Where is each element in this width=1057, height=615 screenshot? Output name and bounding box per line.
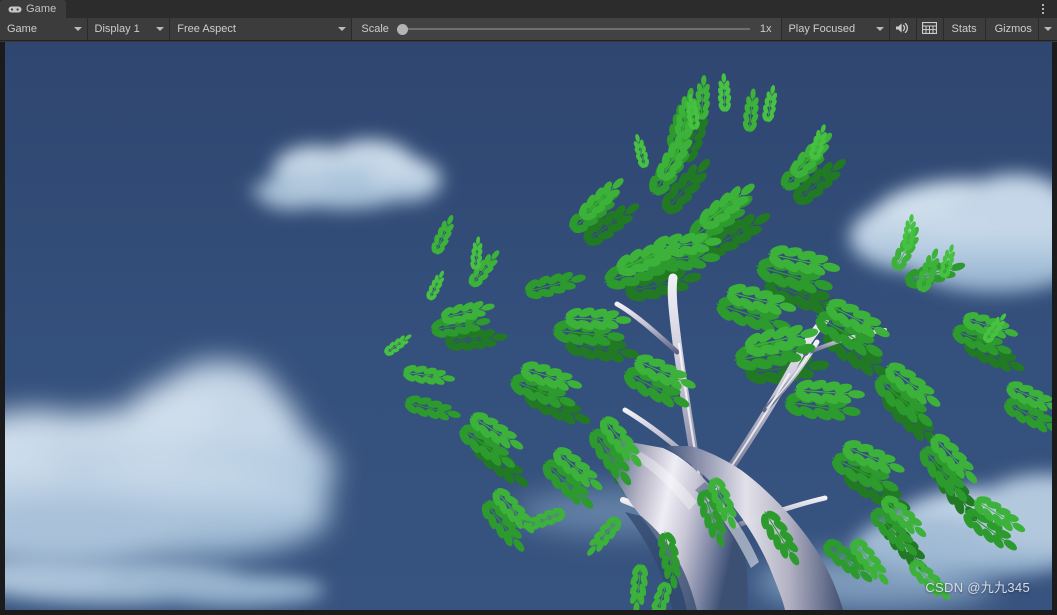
game-view-toolbar: Game Display 1 Free Aspect Scale 1x Play… xyxy=(0,18,1057,41)
tab-strip-spacer xyxy=(66,0,1029,18)
rendered-scene: CSDN @九九345 xyxy=(5,42,1052,610)
gizmos-dropdown-button[interactable] xyxy=(1039,18,1057,40)
speaker-icon xyxy=(895,22,910,37)
play-mode-value: Play Focused xyxy=(788,23,856,35)
gizmos-label: Gizmos xyxy=(994,23,1032,35)
viewport-left-border xyxy=(0,42,5,615)
view-selector-dropdown[interactable]: Game xyxy=(0,18,87,40)
tab-game[interactable]: Game xyxy=(0,0,67,18)
scale-value: 1x xyxy=(759,23,772,35)
scale-label: Scale xyxy=(361,23,389,35)
scale-control[interactable]: Scale 1x xyxy=(352,18,781,40)
chevron-down-icon xyxy=(876,27,885,31)
scale-slider-handle[interactable] xyxy=(396,23,408,35)
stats-button[interactable]: Stats xyxy=(944,18,985,40)
display-selector-dropdown[interactable]: Display 1 xyxy=(88,18,170,40)
tab-strip: Game xyxy=(0,0,1057,18)
gizmos-button[interactable]: Gizmos xyxy=(986,18,1038,40)
tab-game-label: Game xyxy=(26,3,57,15)
chevron-down-icon xyxy=(338,27,347,31)
scale-slider-track xyxy=(396,28,750,30)
stats-label: Stats xyxy=(951,23,977,35)
chevron-down-icon xyxy=(156,27,165,31)
viewport-bottom-border xyxy=(0,610,1057,615)
tree-object xyxy=(5,42,1052,610)
play-mode-dropdown[interactable]: Play Focused xyxy=(781,18,889,40)
viewport-right-border xyxy=(1052,42,1057,615)
scale-slider[interactable] xyxy=(396,18,750,40)
display-selector-value: Display 1 xyxy=(94,23,140,35)
view-selector-value: Game xyxy=(7,23,37,35)
unity-game-window: Game Game Display 1 Free Aspect Scale 1x… xyxy=(0,0,1057,615)
mute-audio-button[interactable] xyxy=(890,18,916,40)
aspect-ratio-dropdown[interactable]: Free Aspect xyxy=(170,18,351,40)
frame-debugger-button[interactable] xyxy=(917,18,943,40)
chevron-down-icon xyxy=(1043,27,1052,31)
gamepad-icon xyxy=(8,5,22,14)
chevron-down-icon xyxy=(73,27,82,31)
game-view-viewport[interactable]: CSDN @九九345 xyxy=(0,42,1057,615)
kebab-menu-icon[interactable] xyxy=(1029,0,1057,18)
aspect-ratio-value: Free Aspect xyxy=(177,23,236,35)
grid-icon xyxy=(922,21,938,37)
